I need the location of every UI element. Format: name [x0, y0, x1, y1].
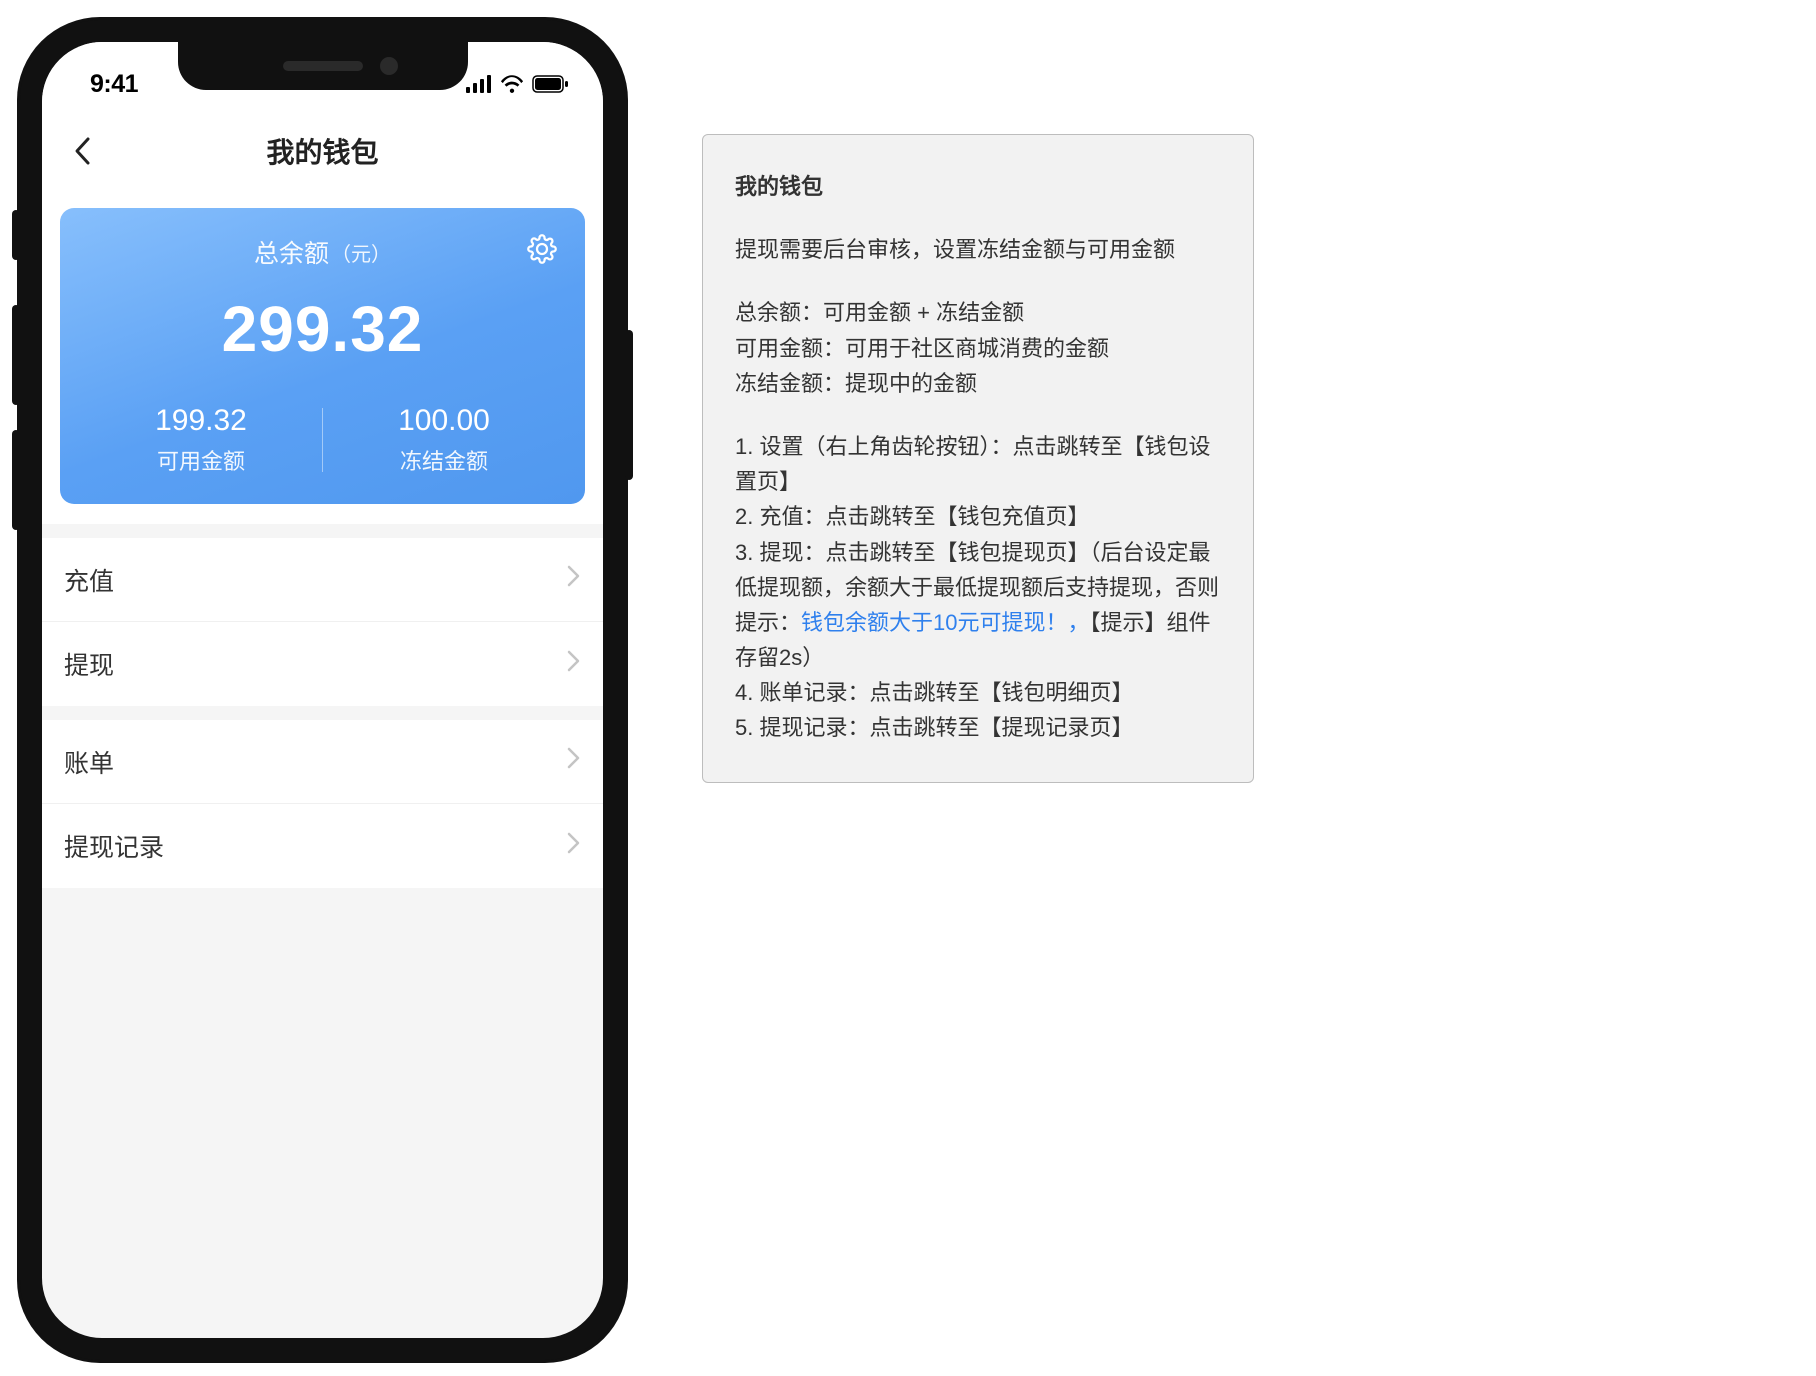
battery-icon [532, 75, 568, 93]
spec-item-bills: 4. 账单记录：点击跳转至【钱包明细页】 [735, 675, 1221, 710]
phone-speaker [283, 61, 363, 71]
spec-panel: 我的钱包 提现需要后台审核，设置冻结金额与可用金额 总余额：可用金额 + 冻结金… [702, 134, 1254, 783]
spec-title: 我的钱包 [735, 169, 1221, 204]
spec-item-withdraw-records: 5. 提现记录：点击跳转至【提现记录页】 [735, 710, 1221, 745]
available-balance-value: 199.32 [80, 404, 322, 438]
nav-bar: 我的钱包 [42, 112, 603, 190]
frozen-balance-label: 冻结金额 [323, 444, 565, 476]
back-button[interactable] [66, 135, 98, 167]
frozen-balance: 100.00 冻结金额 [323, 404, 565, 476]
phone-screen: 9:41 我的钱包 总余 [42, 42, 603, 1338]
balance-unit: （元） [331, 238, 391, 267]
phone-side-button [12, 305, 20, 405]
status-time: 9:41 [90, 70, 138, 99]
spec-item-withdraw: 3. 提现：点击跳转至【钱包提现页】（后台设定最低提现额，余额大于最低提现额后支… [735, 535, 1221, 676]
chevron-left-icon [73, 136, 91, 166]
phone-side-button [625, 330, 633, 480]
balance-card-area: 总余额 （元） 299.32 199.32 可用金额 100.00 冻结金 [42, 190, 603, 524]
menu-item-withdraw-records[interactable]: 提现记录 [42, 804, 603, 888]
menu-group: 账单 提现记录 [42, 720, 603, 888]
spec-intro: 提现需要后台审核，设置冻结金额与可用金额 [735, 232, 1221, 267]
status-icons [466, 75, 568, 93]
menu-item-label: 账单 [64, 744, 114, 780]
chevron-right-icon [567, 649, 581, 680]
available-balance-label: 可用金额 [80, 444, 322, 476]
menu-item-bills[interactable]: 账单 [42, 720, 603, 804]
phone-camera [380, 57, 398, 75]
phone-notch [178, 42, 468, 90]
spec-def-available: 可用金额：可用于社区商城消费的金额 [735, 331, 1221, 366]
gear-icon [527, 234, 557, 264]
spec-link-text: 钱包余额大于10元可提现！， [801, 610, 1089, 635]
spec-def-frozen: 冻结金额：提现中的金额 [735, 366, 1221, 401]
phone-side-button [12, 430, 20, 530]
menu-item-label: 充值 [64, 562, 114, 598]
chevron-right-icon [567, 564, 581, 595]
cellular-icon [466, 75, 492, 93]
spec-item-settings: 1. 设置（右上角齿轮按钮）：点击跳转至【钱包设置页】 [735, 429, 1221, 499]
menu-item-label: 提现记录 [64, 828, 164, 864]
balance-card: 总余额 （元） 299.32 199.32 可用金额 100.00 冻结金 [60, 208, 585, 504]
wifi-icon [500, 75, 524, 93]
wallet-settings-button[interactable] [525, 232, 559, 266]
menu-group: 充值 提现 [42, 538, 603, 706]
chevron-right-icon [567, 746, 581, 777]
menu-item-withdraw[interactable]: 提现 [42, 622, 603, 706]
total-balance-label: 总余额 [254, 234, 329, 270]
frozen-balance-value: 100.00 [323, 404, 565, 438]
spec-def-total: 总余额：可用金额 + 冻结金额 [735, 295, 1221, 330]
total-balance-value: 299.32 [80, 292, 565, 366]
phone-frame: 9:41 我的钱包 总余 [20, 20, 625, 1360]
chevron-right-icon [567, 831, 581, 862]
menu-item-label: 提现 [64, 646, 114, 682]
available-balance: 199.32 可用金额 [80, 404, 322, 476]
phone-side-button [12, 210, 20, 260]
menu-item-recharge[interactable]: 充值 [42, 538, 603, 622]
page-title: 我的钱包 [266, 131, 378, 171]
spec-item-recharge: 2. 充值：点击跳转至【钱包充值页】 [735, 499, 1221, 534]
